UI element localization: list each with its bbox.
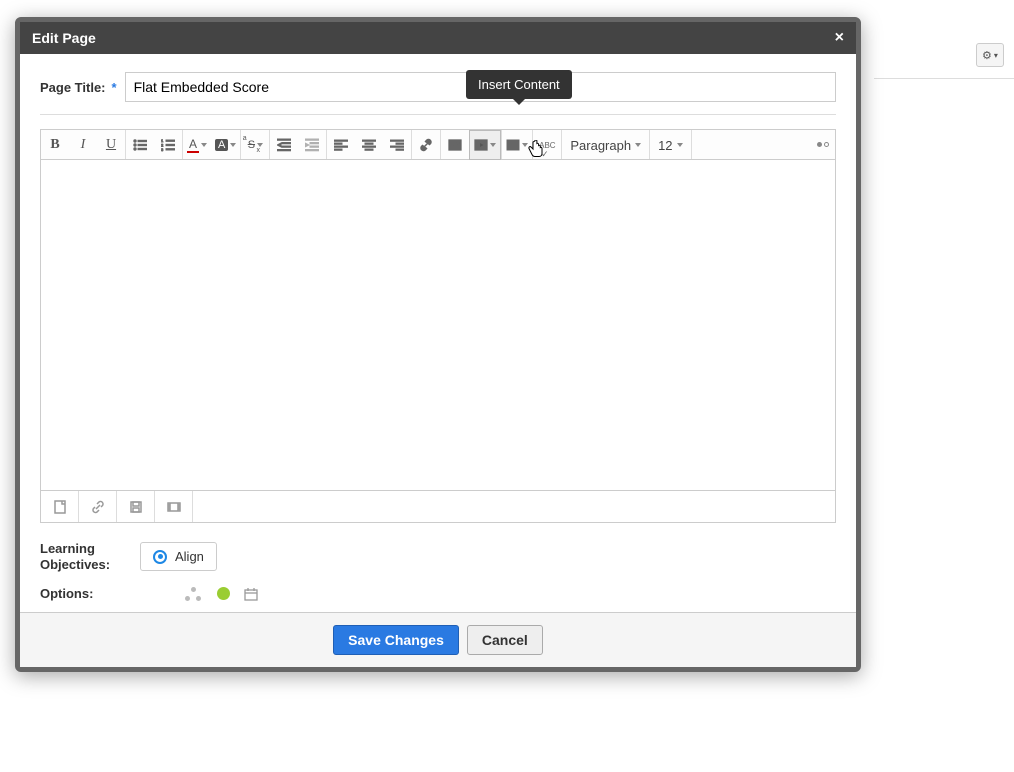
dot-icon [817, 142, 822, 147]
align-center-button[interactable] [355, 130, 383, 160]
bold-button[interactable]: B [41, 130, 69, 160]
options-row: Options: [40, 586, 836, 602]
divider [40, 114, 836, 115]
required-asterisk: * [112, 80, 117, 95]
insert-content-button[interactable] [469, 130, 501, 160]
footer-html-button[interactable] [41, 491, 79, 522]
image-icon [448, 138, 462, 152]
bullet-list-icon [133, 138, 147, 152]
learning-objectives-label: Learning Objectives: [40, 541, 140, 572]
editor-toolbar: B I U 123 A [41, 130, 835, 160]
font-size-dropdown[interactable]: 12 [650, 130, 690, 160]
page-title-row: Page Title: * [40, 72, 836, 102]
align-right-icon [390, 138, 404, 152]
outdent-button[interactable] [270, 130, 298, 160]
cancel-button[interactable]: Cancel [467, 625, 543, 655]
modal-body: Page Title: * B I U 123 [20, 54, 856, 612]
bg-gear-menu[interactable]: ⚙ ▾ [976, 43, 1004, 67]
chevron-down-icon [230, 143, 236, 147]
date-option-icon[interactable] [244, 587, 258, 601]
numbered-list-button[interactable]: 123 [154, 130, 182, 160]
film-icon [167, 500, 181, 514]
align-center-icon [362, 138, 376, 152]
link-button[interactable] [412, 130, 440, 160]
footer-file-button[interactable] [117, 491, 155, 522]
modal-header: Edit Page × [20, 22, 856, 54]
dot-icon [824, 142, 829, 147]
align-button-label: Align [175, 549, 204, 564]
svg-text:3: 3 [161, 147, 164, 152]
publish-status-icon[interactable] [185, 587, 203, 601]
footer-link-button[interactable] [79, 491, 117, 522]
options-icons [185, 587, 258, 601]
table-icon [506, 138, 520, 152]
text-color-button[interactable]: A [183, 130, 211, 160]
spellcheck-icon: ABC [539, 141, 555, 150]
editor-content-area[interactable] [41, 160, 835, 490]
edit-page-modal: Edit Page × Page Title: * B I U [15, 17, 861, 672]
insert-image-button[interactable] [441, 130, 469, 160]
target-icon [153, 550, 167, 564]
chevron-down-icon [522, 143, 528, 147]
rich-text-editor: B I U 123 A [40, 129, 836, 523]
font-size-label: 12 [658, 138, 672, 153]
chevron-down-icon [490, 143, 496, 147]
clear-format-icon: a S x [248, 139, 255, 151]
spellcheck-button[interactable]: ABC [533, 130, 561, 160]
learning-objectives-row: Learning Objectives: Align [40, 541, 836, 572]
chevron-down-icon [635, 143, 641, 147]
disk-icon [129, 500, 143, 514]
gear-caret-icon: ▾ [994, 51, 998, 60]
modal-title: Edit Page [32, 30, 96, 46]
save-button[interactable]: Save Changes [333, 625, 459, 655]
link-icon [91, 500, 105, 514]
editor-footer [41, 490, 835, 522]
align-right-button[interactable] [383, 130, 411, 160]
align-button[interactable]: Align [140, 542, 217, 571]
footer-media-button[interactable] [155, 491, 193, 522]
page-icon [53, 500, 67, 514]
clear-formatting-button[interactable]: a S x [241, 130, 269, 160]
close-icon[interactable]: × [835, 30, 844, 46]
indent-button[interactable] [298, 130, 326, 160]
align-left-icon [334, 138, 348, 152]
modal-footer: Save Changes Cancel [20, 612, 856, 667]
gear-icon: ⚙ [982, 49, 992, 62]
paragraph-format-dropdown[interactable]: Paragraph [562, 130, 649, 160]
toolbar-view-toggle[interactable] [692, 130, 835, 159]
options-label: Options: [40, 586, 140, 602]
insert-content-tooltip: Insert Content [466, 70, 572, 99]
link-icon [419, 138, 433, 152]
italic-button[interactable]: I [69, 130, 97, 160]
indent-icon [305, 138, 319, 152]
numbered-list-icon: 123 [161, 138, 175, 152]
page-title-label: Page Title: [40, 80, 106, 95]
chevron-down-icon [201, 143, 207, 147]
embed-icon [474, 138, 488, 152]
bg-separator [874, 78, 1014, 79]
text-color-icon: A [187, 137, 199, 153]
table-button[interactable] [502, 130, 532, 160]
underline-button[interactable]: U [97, 130, 125, 160]
bg-color-button[interactable]: A [211, 130, 240, 160]
outdent-icon [277, 138, 291, 152]
paragraph-label: Paragraph [570, 138, 631, 153]
published-icon[interactable] [217, 587, 230, 600]
bullet-list-button[interactable] [126, 130, 154, 160]
chevron-down-icon [677, 143, 683, 147]
align-left-button[interactable] [327, 130, 355, 160]
bg-color-icon: A [215, 139, 228, 151]
